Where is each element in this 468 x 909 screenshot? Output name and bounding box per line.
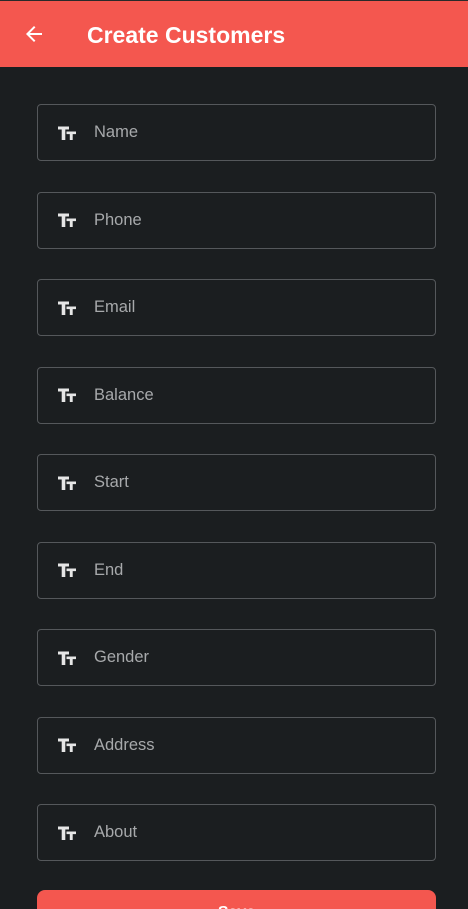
arrow-left-icon: [26, 26, 42, 42]
end-field[interactable]: [37, 541, 436, 599]
text-fields-icon: [56, 649, 78, 667]
balance-field[interactable]: [37, 366, 436, 424]
text-fields-icon: [56, 211, 78, 229]
balance-input[interactable]: [94, 380, 423, 410]
save-button[interactable]: Save: [37, 890, 436, 909]
about-field[interactable]: [37, 804, 436, 861]
app-screen: Create Customers Name Phone Email Balanc…: [0, 0, 468, 909]
gender-field[interactable]: [37, 629, 436, 686]
text-fields-icon: [56, 824, 78, 842]
address-input[interactable]: [94, 730, 423, 760]
text-fields-icon: [56, 124, 78, 142]
back-button[interactable]: [18, 18, 50, 50]
about-input[interactable]: [94, 817, 423, 848]
start-field[interactable]: [37, 454, 436, 511]
email-field[interactable]: [37, 279, 436, 336]
text-fields-icon: [56, 736, 78, 754]
text-fields-icon: [56, 299, 78, 317]
text-fields-icon: [56, 474, 78, 492]
app-bar: Create Customers: [0, 0, 468, 67]
gender-input[interactable]: [94, 642, 423, 673]
phone-field[interactable]: [37, 191, 436, 249]
customer-form: [37, 104, 436, 892]
name-field[interactable]: [37, 104, 436, 161]
end-input[interactable]: [94, 555, 423, 585]
page-title: Create Customers: [87, 22, 286, 48]
text-fields-icon: [56, 386, 78, 404]
start-input[interactable]: [94, 467, 423, 498]
email-input[interactable]: [94, 292, 423, 323]
phone-input[interactable]: [94, 205, 423, 235]
address-field[interactable]: [37, 716, 436, 774]
text-fields-icon: [56, 561, 78, 579]
name-input[interactable]: [94, 117, 423, 148]
